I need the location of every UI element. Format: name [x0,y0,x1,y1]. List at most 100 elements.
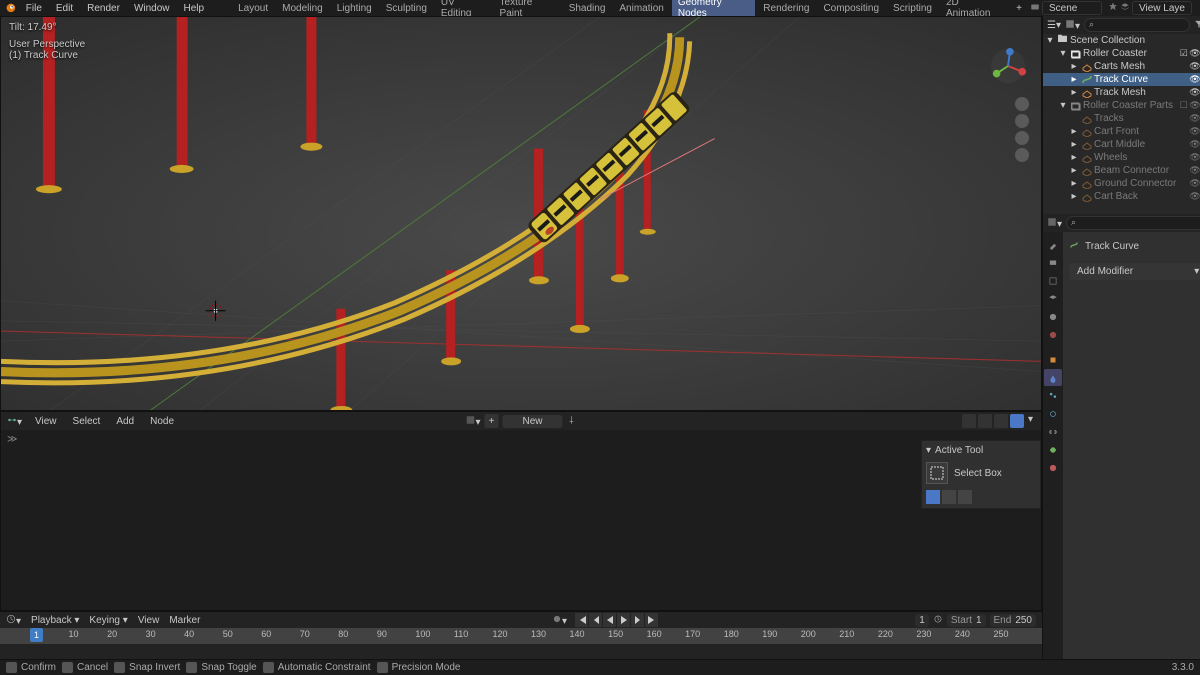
menu-window[interactable]: Window [128,2,176,15]
workspace-tab-modeling[interactable]: Modeling [276,1,329,16]
hide-viewport-icon[interactable]: 👁 [1189,48,1200,59]
prev-key-button[interactable] [589,613,603,627]
outliner-item-label[interactable]: Wheels [1094,152,1176,163]
disclosure-icon[interactable]: ▸ [1069,178,1079,189]
workspace-tab-lighting[interactable]: Lighting [331,1,378,16]
hide-viewport-icon[interactable]: 👁 [1189,100,1200,111]
workspace-tab-sculpting[interactable]: Sculpting [380,1,433,16]
collapse-icon[interactable]: ▾ [926,445,931,456]
hide-viewport-icon[interactable]: 👁 [1189,152,1200,163]
node-overlay-icon-2[interactable] [978,414,992,428]
next-key-button[interactable] [631,613,645,627]
lock-range-icon[interactable] [933,614,943,627]
outliner-editor-icon[interactable]: ☰▾ [1047,20,1061,31]
perspective-toggle-icon[interactable] [1015,148,1029,162]
props-editor-icon[interactable]: ▾ [1047,217,1062,230]
outliner-item-label[interactable]: Tracks [1094,113,1176,124]
outliner-root[interactable]: ▾ 🖿 Scene Collection [1043,34,1200,47]
hide-viewport-icon[interactable]: 👁 [1189,165,1200,176]
view-layer-input[interactable] [1132,1,1192,15]
playhead[interactable]: 1 [30,628,43,642]
end-frame-field[interactable]: End250 [990,614,1036,627]
outliner-item[interactable]: ▸Cart Front👁📷 [1043,125,1200,138]
hide-viewport-icon[interactable]: 👁 [1189,178,1200,189]
scene-name-input[interactable] [1042,1,1102,15]
node-overlay-icon-4[interactable] [1010,414,1024,428]
tab-constraints[interactable] [1044,423,1062,440]
outliner-item-label[interactable]: Cart Back [1094,191,1176,202]
outliner-item[interactable]: ▸Wheels👁📷 [1043,151,1200,164]
disclosure-icon[interactable]: ▸ [1069,61,1079,72]
hide-viewport-icon[interactable]: 👁 [1189,61,1200,72]
timeline-editor-icon[interactable]: ▾ [6,614,21,627]
pin-icon[interactable] [567,415,577,428]
tab-particles[interactable] [1044,387,1062,404]
node-menu-add[interactable]: Add [113,415,137,428]
disclosure-icon[interactable]: ▸ [1069,191,1079,202]
jump-start-button[interactable] [575,613,589,627]
nodegroup-browse-icon[interactable]: ▾ [465,415,480,428]
hide-viewport-icon[interactable]: 👁 [1189,113,1200,124]
outliner-item[interactable]: ▸Carts Mesh👁📷 [1043,60,1200,73]
menu-file[interactable]: File [20,2,48,15]
disclosure-icon[interactable]: ▸ [1069,139,1079,150]
play-button[interactable] [617,613,631,627]
timeline-ruler[interactable]: 1 10203040506070809010011012013014015016… [0,628,1042,644]
disclosure-icon[interactable]: ▸ [1069,74,1079,85]
menu-render[interactable]: Render [81,2,126,15]
menu-help[interactable]: Help [178,2,211,15]
outliner-item[interactable]: ▸Track Curve👁📷 [1043,73,1200,86]
autokey-icon[interactable]: ▾ [552,614,567,627]
timeline-scrollbar[interactable] [0,644,1042,658]
disclosure-icon[interactable]: ▸ [1069,152,1079,163]
editor-type-icon[interactable]: ▾ [7,415,22,428]
add-workspace-button[interactable]: + [1010,2,1028,15]
workspace-tab-animation[interactable]: Animation [613,1,669,16]
outliner-item-label[interactable]: Cart Front [1094,126,1176,137]
node-menu-select[interactable]: Select [70,415,104,428]
node-menu-view[interactable]: View [32,415,60,428]
hide-viewport-icon[interactable]: 👁 [1189,191,1200,202]
outliner[interactable]: ▾ 🖿 Scene Collection ▾Roller Coaster☑👁📷▸… [1043,34,1200,214]
outliner-item-label[interactable]: Track Curve [1094,74,1176,85]
outliner-item[interactable]: ▸Cart Middle👁📷 [1043,138,1200,151]
outliner-item-label[interactable]: Track Mesh [1094,87,1176,98]
select-mode-extend[interactable] [942,490,956,504]
play-reverse-button[interactable] [603,613,617,627]
display-mode-icon[interactable]: ▾ [1065,19,1080,32]
tab-physics[interactable] [1044,405,1062,422]
outliner-item[interactable]: Tracks👁📷 [1043,112,1200,125]
tab-viewlayer[interactable] [1044,290,1062,307]
workspace-tab-shading[interactable]: Shading [563,1,612,16]
disclosure-icon[interactable]: ▸ [1069,87,1079,98]
node-editor-canvas[interactable]: ≫ ▾Active Tool Select Box [1,430,1041,610]
outliner-item-label[interactable]: Beam Connector [1094,165,1176,176]
disclosure-icon[interactable]: ▸ [1069,165,1079,176]
tl-menu-keying[interactable]: Keying ▾ [89,615,127,626]
hide-viewport-icon[interactable]: 👁 [1189,126,1200,137]
workspace-tab-scripting[interactable]: Scripting [887,1,938,16]
scene-pin-icon[interactable] [1108,2,1118,15]
outliner-item-label[interactable]: Carts Mesh [1094,61,1176,72]
new-nodegroup-button[interactable]: New [503,415,563,428]
disclosure-icon[interactable]: ▾ [1058,100,1068,111]
tl-menu-view[interactable]: View [138,615,160,626]
tl-menu-playback[interactable]: Playback ▾ [31,615,79,626]
tl-menu-marker[interactable]: Marker [169,615,200,626]
tab-tool[interactable] [1044,236,1062,253]
tab-object[interactable] [1044,351,1062,368]
tab-material[interactable] [1044,459,1062,476]
select-mode-set[interactable] [926,490,940,504]
node-menu-node[interactable]: Node [147,415,177,428]
tab-scene[interactable] [1044,308,1062,325]
outliner-item-label[interactable]: Ground Connector [1094,178,1176,189]
menu-edit[interactable]: Edit [50,2,79,15]
workspace-tab-rendering[interactable]: Rendering [757,1,815,16]
tab-render[interactable] [1044,254,1062,271]
node-overlay-icon-3[interactable] [994,414,1008,428]
outliner-item[interactable]: ▸Ground Connector👁📷 [1043,177,1200,190]
select-mode-subtract[interactable] [958,490,972,504]
hide-viewport-icon[interactable]: 👁 [1189,139,1200,150]
start-frame-field[interactable]: Start1 [947,614,986,627]
outliner-item[interactable]: ▸Track Mesh👁📷 [1043,86,1200,99]
